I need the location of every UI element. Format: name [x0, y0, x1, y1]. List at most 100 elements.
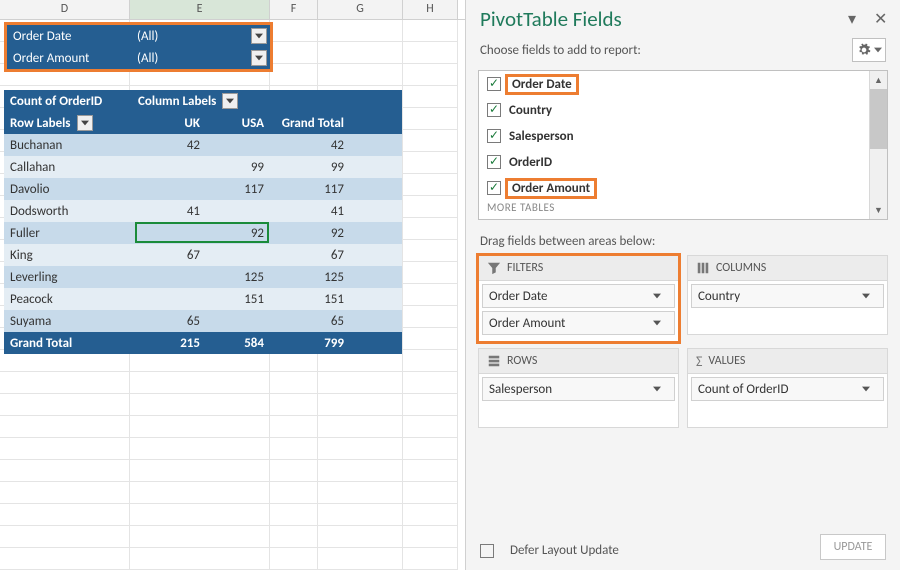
rows-area[interactable]: ROWS Salesperson [478, 348, 683, 434]
cell-total: 65 [274, 314, 354, 329]
update-button[interactable]: UPDATE [820, 534, 886, 560]
area-field-pill[interactable]: Count of OrderID [691, 377, 884, 401]
pivot-row[interactable]: King6767 [4, 244, 402, 266]
field-name: OrderID [509, 155, 552, 170]
field-name: Salesperson [509, 129, 574, 144]
chevron-down-icon[interactable]: ▾ [848, 9, 864, 29]
pivot-row[interactable]: Buchanan4242 [4, 134, 402, 156]
pivot-filter-row: Order Amount (All) [7, 47, 270, 69]
scroll-down-icon[interactable]: ▼ [870, 201, 887, 219]
dropdown-icon[interactable] [222, 93, 238, 109]
row-name: Leverling [4, 270, 134, 285]
cell-usa: 117 [214, 182, 274, 197]
row-name: Peacock [4, 292, 134, 307]
pivot-row[interactable]: Callahan9999 [4, 156, 402, 178]
pivot-row[interactable]: Fuller9292 [4, 222, 402, 244]
pill-label: Country [698, 289, 740, 304]
scrollbar[interactable]: ▲ ▼ [869, 71, 887, 219]
column-labels-title: Column Labels [138, 94, 216, 109]
pivot-body: Buchanan4242Callahan9999 Davolio 117117 Dod… [4, 134, 402, 332]
row-labels-title: Row Labels [10, 116, 71, 131]
cell-total: 99 [274, 160, 354, 175]
field-row[interactable]: Country [479, 97, 869, 123]
field-row[interactable]: Order Amount [479, 175, 869, 201]
col-header[interactable]: G [318, 0, 403, 19]
dropdown-icon[interactable] [649, 381, 665, 397]
filter-value[interactable]: (All) [133, 51, 251, 66]
dropdown-icon[interactable] [858, 381, 874, 397]
area-title: ROWS [507, 354, 537, 368]
pane-title: PivotTable Fields [480, 6, 838, 32]
defer-label: Defer Layout Update [510, 543, 619, 558]
field-checkbox[interactable] [487, 77, 501, 91]
area-title: FILTERS [507, 261, 543, 275]
field-checkbox[interactable] [487, 155, 501, 169]
dropdown-icon[interactable] [858, 288, 874, 304]
field-checkbox[interactable] [487, 103, 501, 117]
col-header-total: Grand Total [274, 116, 354, 131]
values-area[interactable]: Σ VALUES Count of OrderID [683, 348, 888, 434]
field-row[interactable]: Order Date [479, 71, 869, 97]
pivot-header-row: Row Labels UK USA Grand Total [4, 112, 402, 134]
cell-total: 117 [274, 182, 354, 197]
pivottable-fields-pane: PivotTable Fields ▾ ✕ Choose fields to a… [465, 0, 900, 570]
cell-uk: 65 [134, 314, 214, 329]
col-header-uk: UK [134, 116, 214, 131]
cell-uk: 67 [134, 248, 214, 263]
pivot-row[interactable]: Dodsworth4141 [4, 200, 402, 222]
col-header-usa: USA [214, 116, 274, 131]
pivot-row[interactable]: Davolio 117117 [4, 178, 402, 200]
pivot-filter-block: Order Date (All) Order Amount (All) [4, 22, 273, 72]
area-field-pill[interactable]: Order Date [482, 284, 675, 308]
areas-grid: FILTERS Order Date Order Amount COLUMNS C… [466, 255, 900, 434]
close-icon[interactable]: ✕ [874, 9, 890, 29]
dropdown-icon[interactable] [77, 115, 93, 131]
area-field-pill[interactable]: Order Amount [482, 311, 675, 335]
row-name: Fuller [4, 226, 134, 241]
field-row[interactable]: OrderID [479, 149, 869, 175]
dropdown-icon[interactable] [649, 315, 665, 331]
more-tables[interactable]: MORE TABLES [479, 201, 869, 214]
pill-label: Salesperson [489, 382, 552, 397]
columns-area[interactable]: COLUMNS Country [683, 255, 888, 348]
scroll-thumb[interactable] [870, 89, 887, 149]
defer-layout-update[interactable]: Defer Layout Update [480, 543, 619, 558]
scroll-up-icon[interactable]: ▲ [870, 71, 887, 89]
cell-uk: 41 [134, 204, 214, 219]
pill-label: Order Date [489, 289, 548, 304]
filter-icon [487, 261, 501, 275]
fields-list: Order DateCountry Salesperson OrderID Order… [478, 70, 888, 220]
cell-usa: 151 [214, 292, 274, 307]
cell-total: 67 [274, 248, 354, 263]
pivot-row[interactable]: Suyama6565 [4, 310, 402, 332]
col-header[interactable]: F [270, 0, 318, 19]
filter-value[interactable]: (All) [133, 29, 251, 44]
spreadsheet-area: D E F G H Order Date (All) Order Amount … [0, 0, 465, 570]
cell-total: 42 [274, 138, 354, 153]
area-title: VALUES [708, 354, 745, 368]
col-header[interactable]: D [0, 0, 130, 19]
dropdown-icon[interactable] [251, 28, 267, 44]
field-name: Order Amount [512, 181, 590, 196]
filters-area[interactable]: FILTERS Order Date Order Amount [478, 255, 683, 348]
defer-checkbox[interactable] [480, 544, 494, 558]
field-checkbox[interactable] [487, 181, 501, 195]
pivot-row[interactable]: Peacock151151 [4, 288, 402, 310]
row-name: Davolio [4, 182, 134, 197]
area-field-pill[interactable]: Country [691, 284, 884, 308]
cell-total: 92 [274, 226, 354, 241]
filter-label: Order Date [7, 29, 133, 44]
cell-usa: 125 [214, 270, 274, 285]
rows-icon [487, 354, 501, 368]
dropdown-icon[interactable] [251, 50, 267, 66]
gear-button[interactable] [852, 38, 886, 62]
pivot-row[interactable]: Leverling125125 [4, 266, 402, 288]
filter-label: Order Amount [7, 51, 133, 66]
area-field-pill[interactable]: Salesperson [482, 377, 675, 401]
col-header[interactable]: H [403, 0, 458, 19]
col-header[interactable]: E [130, 0, 270, 19]
dropdown-icon[interactable] [649, 288, 665, 304]
grand-total-row: Grand Total 215 584 799 [4, 332, 402, 354]
field-checkbox[interactable] [487, 129, 501, 143]
field-row[interactable]: Salesperson [479, 123, 869, 149]
